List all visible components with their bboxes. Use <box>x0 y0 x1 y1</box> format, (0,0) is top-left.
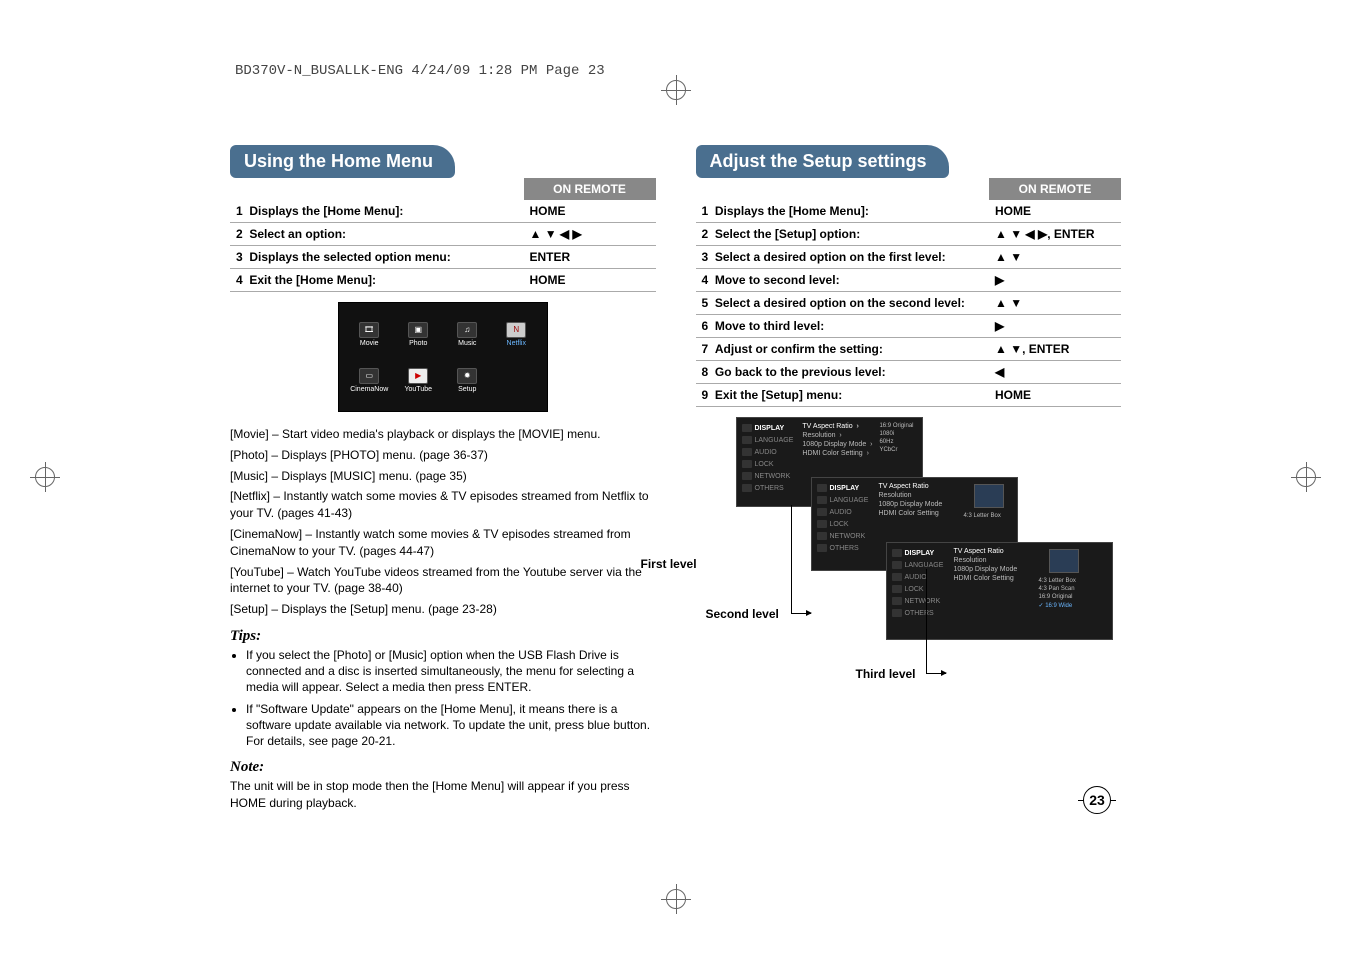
preview-thumb <box>974 484 1004 508</box>
netflix-icon: N <box>506 322 526 338</box>
menu-setup: ✹Setup <box>445 357 490 403</box>
menu-music: ♫Music <box>445 311 490 357</box>
setup-levels-diagram: DISPLAY LANGUAGE AUDIO LOCK NETWORK OTHE… <box>696 417 1122 687</box>
menu-movie: 🎞Movie <box>347 311 392 357</box>
cinemanow-icon: ▭ <box>359 368 379 384</box>
second-level-label: Second level <box>706 607 779 621</box>
youtube-icon: ▶ <box>408 368 428 384</box>
table-row: 4 Exit the [Home Menu]:HOME <box>230 269 656 292</box>
display-icon <box>742 424 752 432</box>
arrow-icon <box>791 613 811 614</box>
connector-line <box>926 569 927 673</box>
table-row: 2 Select the [Setup] option:▲ ▼ ◀ ▶, ENT… <box>696 223 1122 246</box>
table-row: 3 Displays the selected option menu:ENTE… <box>230 246 656 269</box>
table-row: 5 Select a desired option on the second … <box>696 292 1122 315</box>
crop-mark-right <box>1291 462 1321 492</box>
home-menu-screenshot: 🎞Movie ▣Photo ♫Music NNetflix ▭CinemaNow… <box>338 302 548 412</box>
table-row: 1 Displays the [Home Menu]:HOME <box>696 200 1122 223</box>
setup-panel-3: DISPLAY LANGUAGE AUDIO LOCK NETWORK OTHE… <box>886 542 1113 640</box>
crop-mark-top <box>0 75 1351 105</box>
page-number: 23 <box>1083 786 1111 814</box>
movie-icon: 🎞 <box>359 322 379 338</box>
third-level-label: Third level <box>856 667 916 681</box>
setup-steps-table: ON REMOTE 1 Displays the [Home Menu]:HOM… <box>696 178 1122 407</box>
tips-list: If you select the [Photo] or [Music] opt… <box>230 647 656 749</box>
section-title-setup: Adjust the Setup settings <box>696 145 949 178</box>
setup-icon: ✹ <box>457 368 477 384</box>
music-icon: ♫ <box>457 322 477 338</box>
remote-header: ON REMOTE <box>989 178 1121 200</box>
table-row: 2 Select an option:▲ ▼ ◀ ▶ <box>230 223 656 246</box>
preview-thumb <box>1049 549 1079 573</box>
audio-icon <box>742 448 752 456</box>
remote-header: ON REMOTE <box>524 178 656 200</box>
language-icon <box>742 436 752 444</box>
table-row: 7 Adjust or confirm the setting:▲ ▼, ENT… <box>696 338 1122 361</box>
crop-mark-bottom <box>0 884 1351 914</box>
note-heading: Note: <box>230 759 656 776</box>
lock-icon <box>742 460 752 468</box>
left-column: Using the Home Menu ON REMOTE 1 Displays… <box>230 145 656 812</box>
menu-cinemanow: ▭CinemaNow <box>347 357 392 403</box>
section-title-home: Using the Home Menu <box>230 145 455 178</box>
first-level-label: First level <box>641 557 697 571</box>
table-row: 3 Select a desired option on the first l… <box>696 246 1122 269</box>
network-icon <box>742 472 752 480</box>
photo-icon: ▣ <box>408 322 428 338</box>
tips-heading: Tips: <box>230 628 656 645</box>
table-row: 1 Displays the [Home Menu]:HOME <box>230 200 656 223</box>
right-column: Adjust the Setup settings ON REMOTE 1 Di… <box>696 145 1122 812</box>
table-row: 8 Go back to the previous level:◀ <box>696 361 1122 384</box>
crop-mark-left <box>30 462 60 492</box>
connector-line <box>791 505 792 613</box>
note-body: The unit will be in stop mode then the [… <box>230 778 656 812</box>
menu-photo: ▣Photo <box>396 311 441 357</box>
menu-netflix: NNetflix <box>494 311 539 357</box>
table-row: 4 Move to second level:▶ <box>696 269 1122 292</box>
table-row: 6 Move to third level:▶ <box>696 315 1122 338</box>
arrow-icon <box>926 673 946 674</box>
table-row: 9 Exit the [Setup] menu:HOME <box>696 384 1122 407</box>
menu-descriptions: [Movie] – Start video media's playback o… <box>230 426 656 618</box>
home-steps-table: ON REMOTE 1 Displays the [Home Menu]:HOM… <box>230 178 656 292</box>
others-icon <box>742 484 752 492</box>
menu-youtube: ▶YouTube <box>396 357 441 403</box>
